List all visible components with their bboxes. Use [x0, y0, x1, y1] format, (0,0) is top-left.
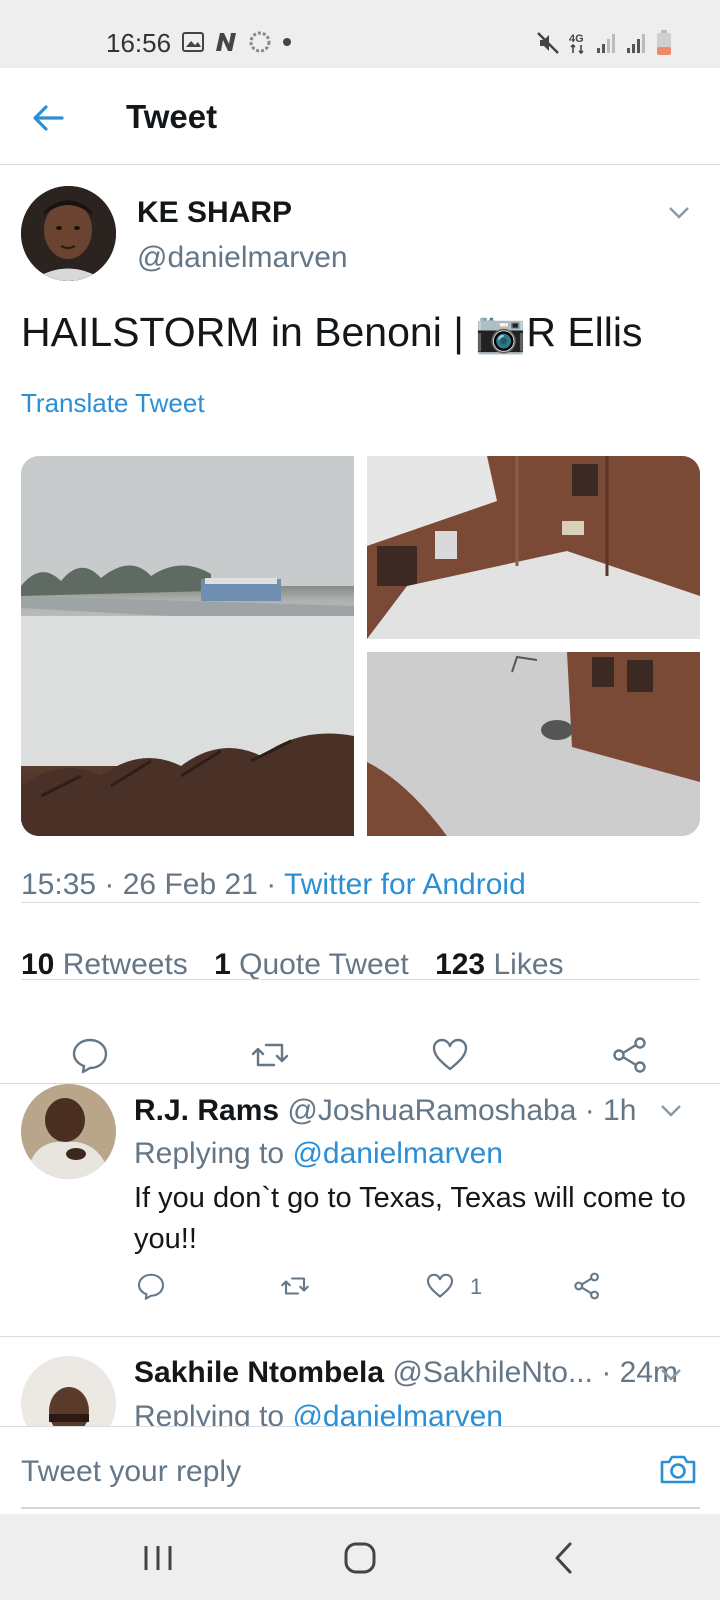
- compose-bar: Tweet your reply: [0, 1426, 720, 1514]
- likes-stat[interactable]: 123 Likes: [435, 948, 563, 981]
- status-bar: 16:56 4G: [0, 0, 720, 68]
- status-left-icons: [182, 30, 292, 54]
- translate-tweet-link[interactable]: Translate Tweet: [21, 388, 205, 419]
- share-icon[interactable]: [610, 1035, 650, 1075]
- replying-label: Replying to: [134, 1400, 293, 1426]
- divider: [21, 902, 700, 903]
- photo-hail-roof[interactable]: [367, 456, 700, 639]
- reply-handle[interactable]: @SakhileNto...: [392, 1356, 593, 1389]
- retweets-stat[interactable]: 10 Retweets: [21, 948, 188, 981]
- tweet-text-part: HAILSTORM in Benoni |: [21, 309, 476, 355]
- meta-separator: ·: [96, 868, 123, 901]
- back-icon[interactable]: [546, 1540, 582, 1576]
- reply-icon[interactable]: [136, 1271, 166, 1301]
- replying-label: Replying to: [134, 1137, 293, 1170]
- photo-hail-ground[interactable]: [367, 652, 700, 836]
- home-icon[interactable]: [342, 1540, 378, 1576]
- chevron-down-icon[interactable]: [660, 1368, 682, 1382]
- divider: [0, 1336, 720, 1337]
- tweet-text-part: R Ellis: [526, 309, 643, 355]
- chevron-down-icon[interactable]: [668, 206, 690, 220]
- likes-label: Likes: [493, 948, 564, 981]
- page-title: Tweet: [126, 98, 218, 135]
- input-underline: [21, 1507, 700, 1509]
- avatar-face-icon: [21, 186, 116, 281]
- like-heart-icon[interactable]: [425, 1271, 455, 1301]
- quote-tweet-stat[interactable]: 1 Quote Tweet: [214, 948, 409, 981]
- signal-icon-2: [627, 34, 645, 53]
- meta-separator: ·: [257, 868, 284, 901]
- status-right-icons: 4G: [536, 30, 672, 56]
- photo-hailstorm-field[interactable]: [21, 456, 354, 836]
- recent-apps-icon[interactable]: [140, 1540, 176, 1576]
- reply-tweet[interactable]: Sakhile Ntombela @SakhileNto... · 24m Re…: [0, 1338, 720, 1426]
- n-icon: [216, 33, 236, 51]
- tweet-date: 26 Feb 21: [122, 868, 258, 901]
- reply-header: R.J. Rams @JoshuaRamoshaba · 1h: [134, 1094, 636, 1128]
- replying-to: Replying to @danielmarven: [134, 1137, 503, 1171]
- reply-input[interactable]: Tweet your reply: [21, 1455, 241, 1489]
- retweet-icon[interactable]: [280, 1271, 310, 1301]
- chevron-down-icon[interactable]: [660, 1104, 682, 1118]
- display-name[interactable]: KE SHARP: [137, 196, 292, 230]
- status-time: 16:56: [106, 28, 172, 58]
- avatar-person-icon: [21, 1356, 116, 1426]
- quote-count: 1: [214, 948, 231, 981]
- avatar[interactable]: [21, 1084, 116, 1179]
- retweets-count: 10: [21, 948, 55, 981]
- replying-to: Replying to @danielmarven: [134, 1400, 503, 1426]
- 4g-icon: 4G: [569, 33, 584, 55]
- battery-icon: [657, 30, 671, 55]
- reply-icon[interactable]: [70, 1035, 110, 1075]
- retweet-icon[interactable]: [250, 1035, 290, 1075]
- avatar[interactable]: [21, 186, 116, 281]
- reply-handle[interactable]: @JoshuaRamoshaba: [287, 1094, 576, 1127]
- sync-icon: [249, 31, 271, 53]
- back-arrow-icon[interactable]: [28, 98, 68, 138]
- app-bar: Tweet: [0, 68, 720, 165]
- tweet-source-link[interactable]: Twitter for Android: [284, 868, 526, 901]
- camera-icon[interactable]: [658, 1449, 698, 1489]
- signal-icon: [597, 34, 615, 53]
- reply-display-name[interactable]: R.J. Rams: [134, 1094, 279, 1127]
- image-icon: [182, 32, 204, 52]
- mention-link[interactable]: @danielmarven: [292, 1400, 503, 1426]
- like-count: 1: [470, 1274, 483, 1299]
- likes-count: 123: [435, 948, 486, 981]
- divider: [0, 1083, 720, 1084]
- svg-text:4G: 4G: [569, 33, 584, 45]
- camera-emoji-icon: 📷: [475, 309, 527, 355]
- media-grid: [21, 456, 700, 836]
- mention-link[interactable]: @danielmarven: [292, 1137, 503, 1170]
- reply-time: · 1h: [584, 1094, 637, 1127]
- share-icon[interactable]: [572, 1271, 602, 1301]
- system-nav-bar: [0, 1514, 720, 1600]
- tweet-time: 15:35: [21, 868, 97, 901]
- reply-text: If you don`t go to Texas, Texas will com…: [134, 1182, 686, 1255]
- avatar-person-icon: [21, 1084, 116, 1179]
- quote-label: Quote Tweet: [239, 948, 409, 981]
- handle[interactable]: @danielmarven: [137, 241, 348, 275]
- reply-actions: 1: [0, 1271, 720, 1311]
- tweet-stats: 10 Retweets 1 Quote Tweet 123 Likes: [21, 948, 564, 982]
- reply-header: Sakhile Ntombela @SakhileNto... · 24m: [134, 1356, 678, 1390]
- dot-icon: [283, 38, 291, 46]
- retweets-label: Retweets: [62, 948, 188, 981]
- divider: [21, 979, 700, 980]
- mute-icon: [537, 32, 559, 54]
- tweet-text: HAILSTORM in Benoni | 📷R Ellis: [21, 309, 643, 357]
- tweet-meta: 15:35 · 26 Feb 21 · Twitter for Android: [21, 868, 526, 902]
- avatar[interactable]: [21, 1356, 116, 1426]
- like-heart-icon[interactable]: [430, 1035, 470, 1075]
- reply-display-name[interactable]: Sakhile Ntombela: [134, 1356, 384, 1389]
